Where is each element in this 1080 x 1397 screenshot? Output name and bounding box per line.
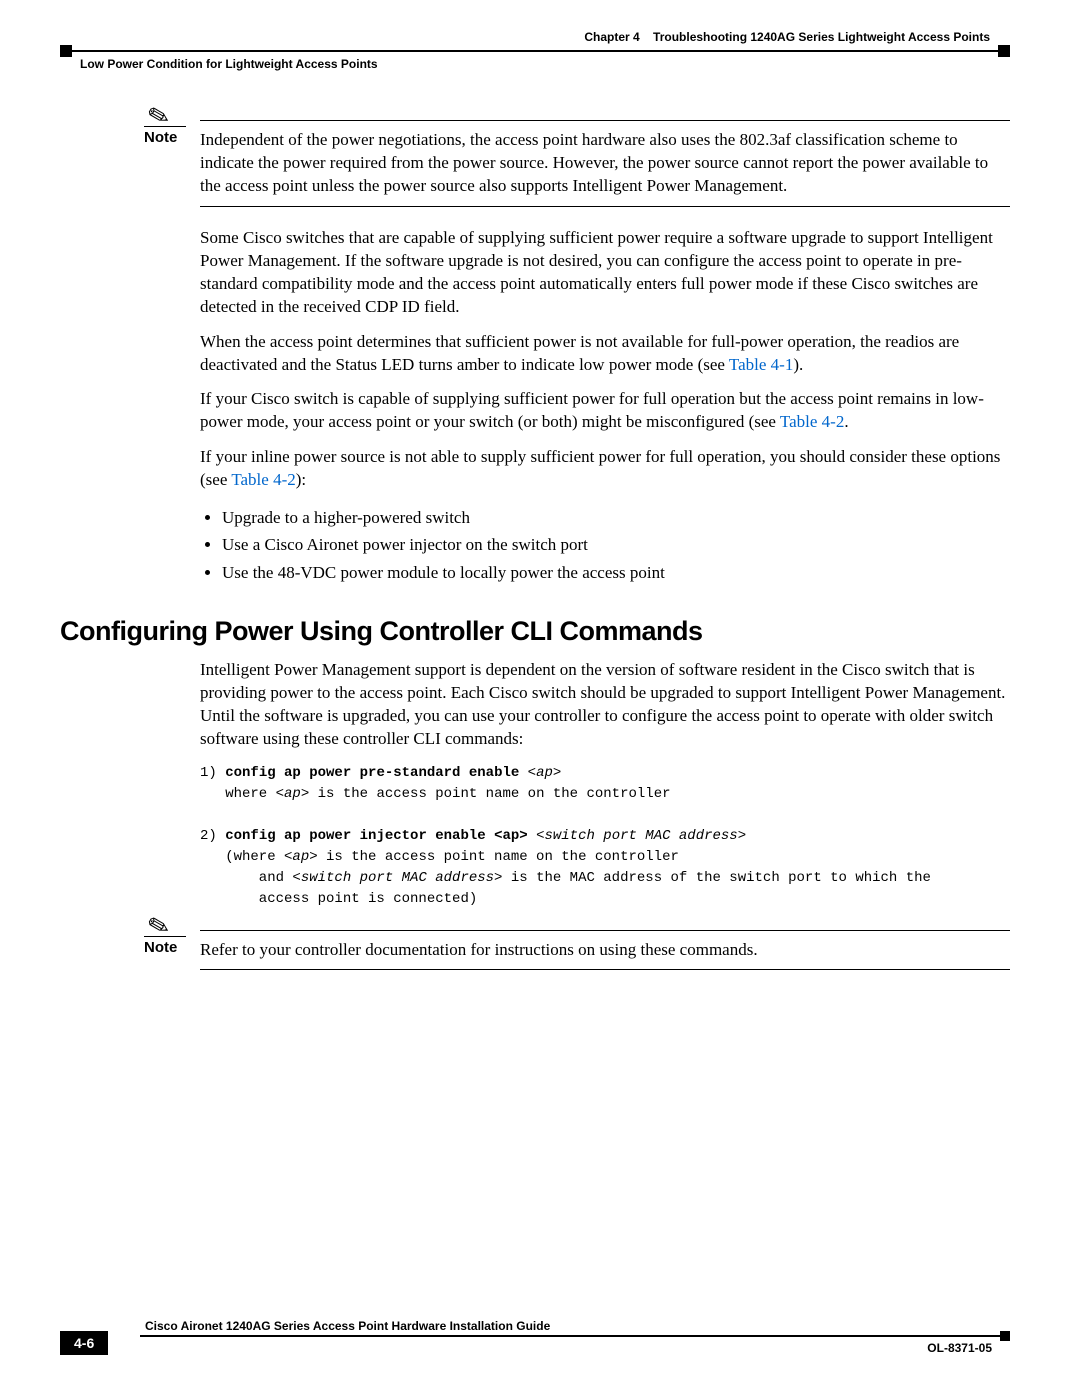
text: If your inline power source is not able … — [200, 447, 1000, 489]
paragraph: If your inline power source is not able … — [200, 446, 1010, 492]
cli-text: is the MAC address of the switch port to… — [502, 870, 930, 886]
note-block-1: ✎ Note Independent of the power negotiat… — [90, 120, 1010, 207]
cli-text: access point is connected) — [200, 891, 477, 907]
text: ). — [793, 355, 803, 374]
table-link[interactable]: Table 4-1 — [729, 355, 793, 374]
text: When the access point determines that su… — [200, 332, 959, 374]
note-underline — [144, 936, 186, 937]
paragraph: If your Cisco switch is capable of suppl… — [200, 388, 1010, 434]
footer-square — [1000, 1331, 1010, 1341]
list-item: Use the 48-VDC power module to locally p… — [222, 559, 1010, 586]
cli-block: 1) config ap power pre-standard enable <… — [200, 763, 1010, 910]
cli-arg: <ap> — [284, 849, 318, 865]
table-link[interactable]: Table 4-2 — [780, 412, 844, 431]
footer-title: Cisco Aironet 1240AG Series Access Point… — [145, 1319, 550, 1333]
cli-text: is the access point name on the controll… — [309, 786, 670, 802]
paragraph: When the access point determines that su… — [200, 331, 1010, 377]
text: . — [844, 412, 848, 431]
bullet-list: Upgrade to a higher-powered switch Use a… — [200, 504, 1010, 586]
list-item: Use a Cisco Aironet power injector on th… — [222, 531, 1010, 558]
note-rule-bottom — [200, 206, 1010, 207]
header-square-right — [998, 45, 1010, 57]
cli-cmd: config ap power injector enable <ap> — [225, 828, 536, 844]
cli-text: is the access point name on the controll… — [318, 849, 679, 865]
text: If your Cisco switch is capable of suppl… — [200, 389, 984, 431]
running-header: Chapter 4 Troubleshooting 1240AG Series … — [60, 30, 1010, 80]
cli-num: 2) — [200, 828, 225, 844]
page-number-badge: 4-6 — [60, 1331, 108, 1355]
footer-rule — [140, 1335, 1010, 1337]
header-chapter: Chapter 4 Troubleshooting 1240AG Series … — [584, 30, 990, 44]
cli-text: where — [200, 786, 276, 802]
cli-cmd: config ap power pre-standard enable — [225, 765, 527, 781]
section-heading: Configuring Power Using Controller CLI C… — [60, 616, 1010, 647]
list-item: Upgrade to a higher-powered switch — [222, 504, 1010, 531]
note-text: Refer to your controller documentation f… — [200, 939, 1010, 962]
paragraph: Some Cisco switches that are capable of … — [200, 227, 1010, 319]
chapter-title: Troubleshooting 1240AG Series Lightweigh… — [653, 30, 990, 44]
paragraph: Intelligent Power Management support is … — [200, 659, 1010, 751]
note-rule-bottom — [200, 969, 1010, 970]
cli-text: (where — [200, 849, 284, 865]
header-rule — [60, 50, 1010, 52]
content-area: ✎ Note Independent of the power negotiat… — [140, 120, 1010, 970]
note-underline — [144, 126, 186, 127]
cli-arg: <ap> — [528, 765, 562, 781]
note-text: Independent of the power negotiations, t… — [200, 129, 1010, 198]
cli-text: and — [200, 870, 292, 886]
text: ): — [296, 470, 306, 489]
chapter-label: Chapter 4 — [584, 30, 639, 44]
header-square-left — [60, 45, 72, 57]
header-section: Low Power Condition for Lightweight Acce… — [80, 57, 378, 71]
cli-arg: <switch port MAC address> — [536, 828, 746, 844]
cli-num: 1) — [200, 765, 225, 781]
cli-arg: <ap> — [276, 786, 310, 802]
table-link[interactable]: Table 4-2 — [231, 470, 295, 489]
cli-arg: <switch port MAC address> — [292, 870, 502, 886]
note-block-2: ✎ Note Refer to your controller document… — [90, 930, 1010, 971]
page: Chapter 4 Troubleshooting 1240AG Series … — [0, 0, 1080, 1397]
running-footer: Cisco Aironet 1240AG Series Access Point… — [60, 1335, 1010, 1369]
note-label: Note — [90, 129, 200, 146]
doc-number: OL-8371-05 — [927, 1341, 992, 1355]
note-label: Note — [90, 939, 200, 956]
